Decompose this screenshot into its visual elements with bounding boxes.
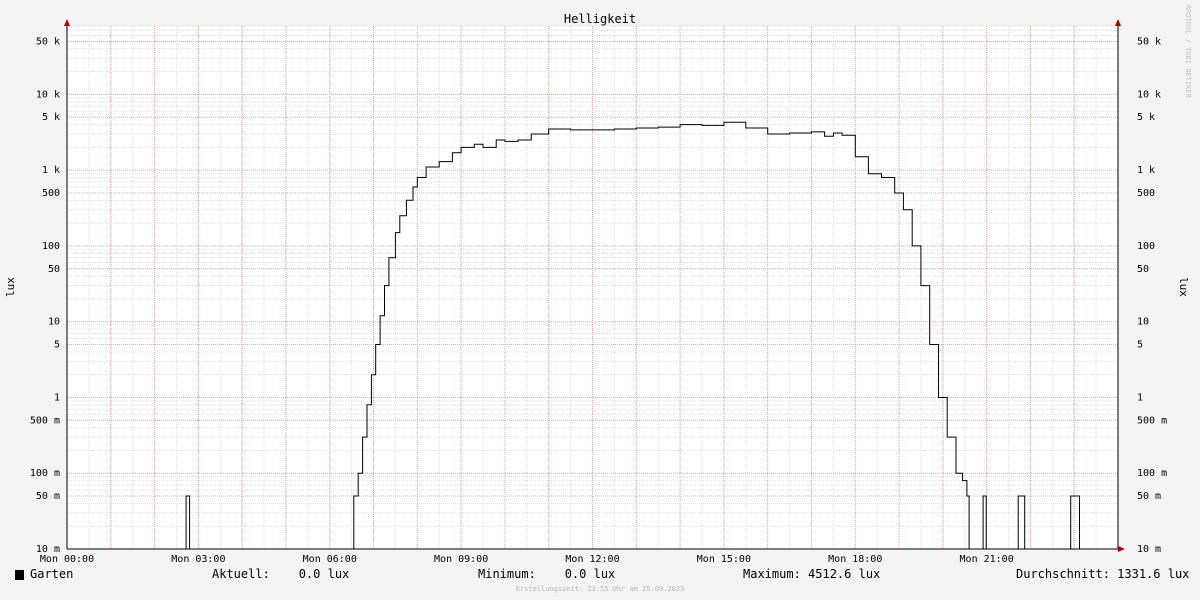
- y-axis-label-left: lux: [4, 277, 17, 297]
- y-tick-labels-right: 10 m 50 m 100 m 500 m 1 5 10 50 100 500 1 k 5 k 10 k…: [1137, 36, 1167, 555]
- x-tick-label: Mon 00:00: [40, 554, 94, 565]
- y-tick-label: 10 k: [36, 89, 60, 100]
- y-tick-label: 1 k: [1137, 165, 1155, 176]
- y-tick-label: 5 k: [42, 112, 60, 123]
- x-tick-label: Mon 12:00: [565, 554, 619, 565]
- y-tick-label: 50 m: [36, 491, 60, 502]
- x-tick-labels: Mon 00:00 Mon 03:00 Mon 06:00 Mon 09:00 Mon …: [40, 554, 1014, 565]
- y-tick-label: 10: [48, 317, 60, 328]
- y-tick-label: 1: [1137, 392, 1143, 403]
- y-tick-label: 500 m: [30, 415, 60, 426]
- legend: Garten Aktuell: 0.0 lux Minimum: 0.0 lux…: [0, 565, 1200, 585]
- y-tick-label: 5: [1137, 340, 1143, 351]
- legend-maximum: Maximum: 4512.6 lux: [743, 567, 881, 581]
- y-tick-label: 100 m: [1137, 468, 1167, 479]
- y-tick-label: 50: [48, 264, 60, 275]
- y-tick-label: 5 k: [1137, 112, 1155, 123]
- y-tick-label: 100 m: [30, 468, 60, 479]
- y-tick-labels-left: 10 m50 m100 m500 m1510501005001 k5 k10 k…: [30, 36, 60, 555]
- x-tick-label: Mon 03:00: [171, 554, 225, 565]
- watermark: RRDTOOL / TOBI OETIKER: [1184, 5, 1192, 98]
- legend-average: Durchschnitt: 1331.6 lux: [1016, 567, 1190, 581]
- x-tick-label: Mon 18:00: [828, 554, 882, 565]
- y-axis-label-right: lux: [1177, 277, 1190, 297]
- footer-timestamp: Erstellungszeit: 23:55 Uhr am 25.09.2023: [515, 585, 685, 593]
- y-tick-label: 50 k: [1137, 36, 1161, 47]
- y-tick-label: 1 k: [42, 165, 60, 176]
- y-tick-label: 50: [1137, 264, 1149, 275]
- x-tick-label: Mon 06:00: [303, 554, 357, 565]
- y-tick-label: 1: [54, 392, 60, 403]
- chart: Helligkeit lux lux 10 m50 m100 m500 m151…: [4, 12, 1190, 565]
- y-tick-label: 100: [1137, 241, 1155, 252]
- y-tick-label: 10: [1137, 317, 1149, 328]
- y-tick-label: 500 m: [1137, 415, 1167, 426]
- y-tick-label: 10 k: [1137, 89, 1161, 100]
- y-tick-label: 50 m: [1137, 491, 1161, 502]
- y-tick-label: 50 k: [36, 36, 60, 47]
- y-tick-label: 5: [54, 340, 60, 351]
- legend-minimum: Minimum: 0.0 lux: [478, 567, 616, 581]
- y-tick-label: 100: [42, 241, 60, 252]
- legend-current: Aktuell: 0.0 lux: [212, 567, 350, 581]
- legend-swatch: [15, 570, 24, 580]
- legend-series-name: Garten: [30, 567, 74, 581]
- y-tick-label: 10 m: [1137, 544, 1161, 555]
- x-tick-label: Mon 15:00: [697, 554, 751, 565]
- y-tick-label: 500: [1137, 188, 1155, 199]
- x-tick-label: Mon 21:00: [960, 554, 1014, 565]
- chart-title: Helligkeit: [564, 12, 636, 26]
- x-tick-label: Mon 09:00: [434, 554, 488, 565]
- y-tick-label: 500: [42, 188, 60, 199]
